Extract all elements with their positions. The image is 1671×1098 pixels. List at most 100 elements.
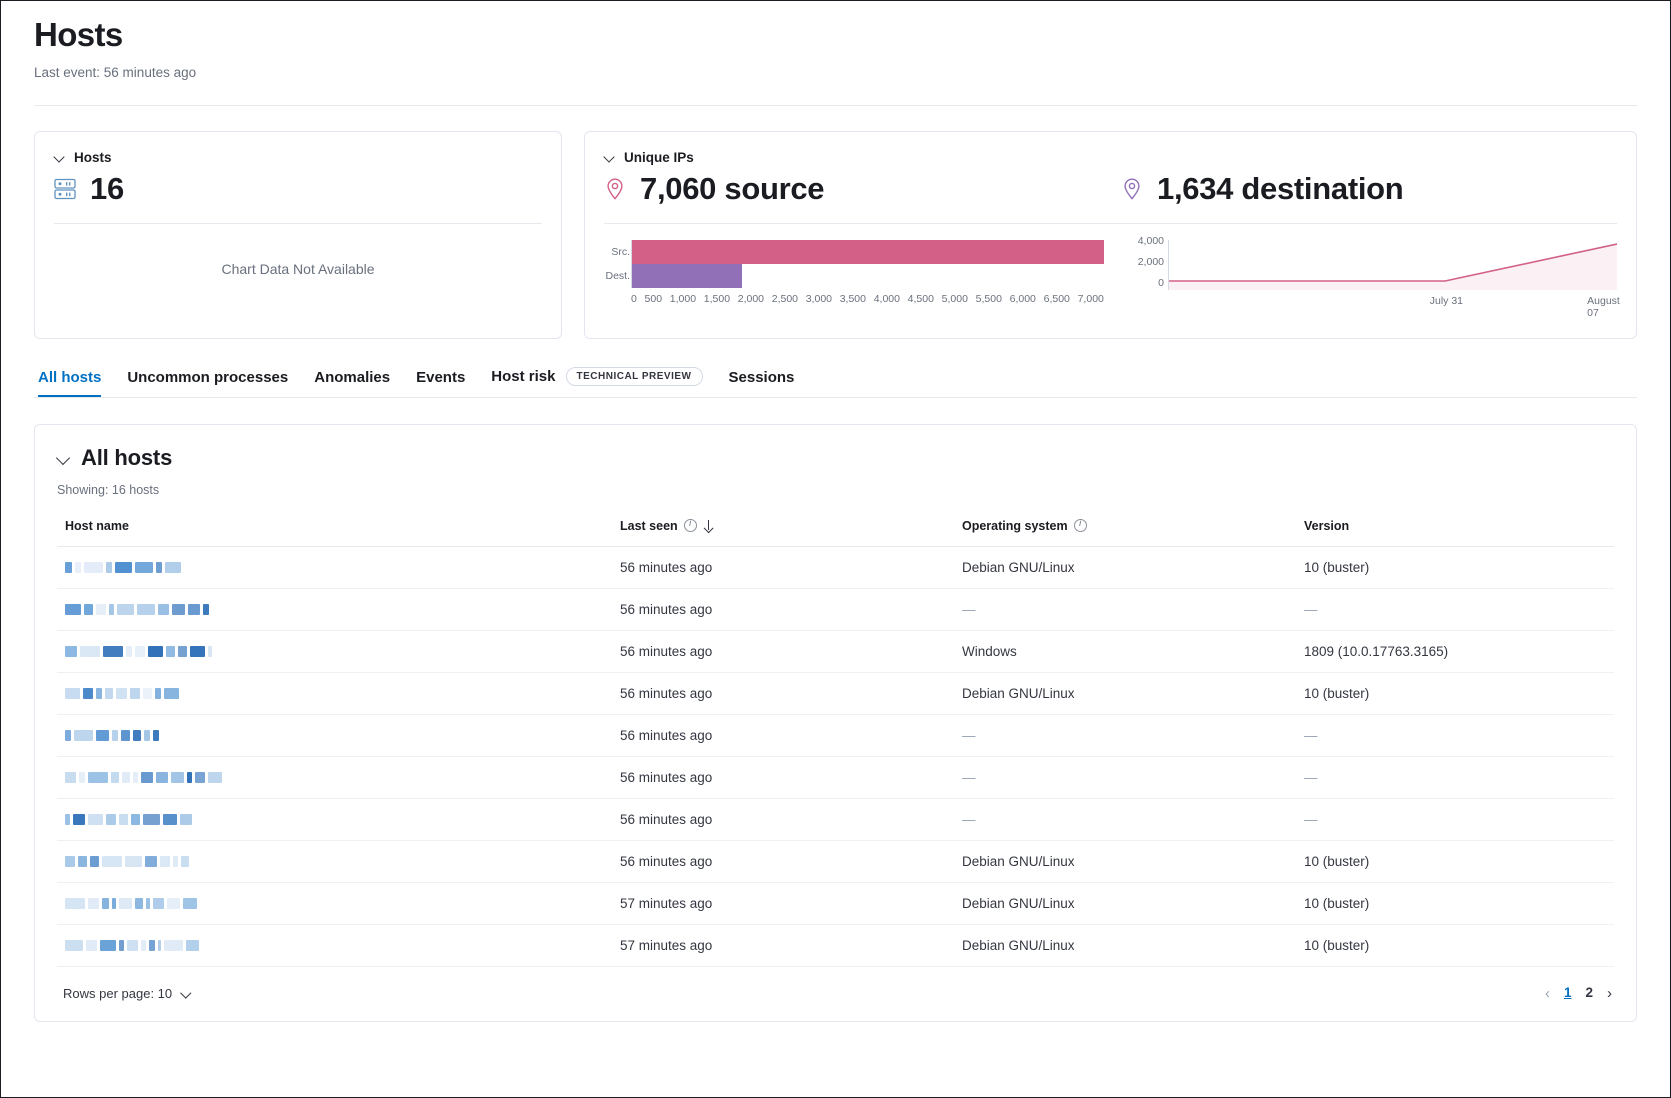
page-header: Hosts Last event: 56 minutes ago [34, 15, 1637, 80]
table-row[interactable]: 56 minutes ago Windows 1809 (10.0.17763.31… [57, 630, 1614, 672]
chevron-down-icon[interactable] [54, 151, 66, 163]
tab-host-risk[interactable]: Host riskTECHNICAL PREVIEW [491, 367, 702, 397]
cell-host-name[interactable] [57, 630, 612, 672]
cell-version: 10 (buster) [1296, 546, 1614, 588]
cell-version-value: 10 (buster) [1304, 686, 1369, 701]
redacted-host-name [65, 686, 612, 700]
redacted-host-name [65, 938, 612, 952]
chevron-down-icon[interactable] [57, 450, 71, 466]
bar-chart-x-axis: 05001,0001,5002,0002,5003,0003,5004,0004… [631, 292, 1104, 305]
cell-host-name[interactable] [57, 546, 612, 588]
cell-version-value: — [1304, 812, 1318, 827]
tab-label: Sessions [729, 369, 795, 386]
chevron-left-icon[interactable]: ‹ [1545, 986, 1550, 1001]
cell-version: 1809 (10.0.17763.3165) [1296, 630, 1614, 672]
page-2-button[interactable]: 2 [1585, 986, 1593, 1000]
cell-version: 10 (buster) [1296, 672, 1614, 714]
unique-ips-card-header[interactable]: Unique IPs [604, 150, 1617, 165]
table-row[interactable]: 56 minutes ago—— [57, 798, 1614, 840]
cell-operating-system-value: — [962, 728, 976, 743]
chevron-down-icon[interactable] [181, 988, 192, 999]
cell-host-name[interactable] [57, 588, 612, 630]
tab-anomalies[interactable]: Anomalies [314, 369, 390, 397]
cell-last-seen: 56 minutes ago [612, 672, 954, 714]
cell-last-seen-value: 56 minutes ago [620, 686, 712, 701]
bar-dest[interactable] [632, 264, 742, 288]
cell-operating-system: — [954, 714, 1296, 756]
bar-row-dest: Dest. [632, 264, 1104, 288]
sort-descending-icon[interactable] [703, 519, 714, 532]
column-label: Last seen [620, 519, 678, 533]
page-1-button[interactable]: 1 [1564, 986, 1572, 1000]
table-row[interactable]: 56 minutes agoDebian GNU/Linux10 (buster… [57, 546, 1614, 588]
cell-host-name[interactable] [57, 756, 612, 798]
redacted-host-name [65, 644, 612, 658]
column-label: Version [1304, 519, 1349, 533]
table-row[interactable]: 56 minutes ago Debian GNU/Linux 10 (buster… [57, 672, 1614, 714]
cell-operating-system-value: Windows [962, 644, 1017, 659]
panel-title: All hosts [81, 445, 172, 471]
column-header-last-seen[interactable]: Last seen [612, 519, 954, 547]
table-row[interactable]: 56 minutes ago Debian GNU/Linux 10 (buster… [57, 840, 1614, 882]
cell-operating-system: Debian GNU/Linux [954, 546, 1296, 588]
cell-host-name[interactable] [57, 882, 612, 924]
bar-src[interactable] [632, 240, 1104, 264]
cell-version: 10 (buster) [1296, 840, 1614, 882]
column-header-operating-system[interactable]: Operating system [954, 519, 1296, 547]
server-icon [54, 177, 76, 201]
table-row[interactable]: 56 minutes ago—— [57, 756, 1614, 798]
cell-last-seen-value: 57 minutes ago [620, 896, 712, 911]
cell-last-seen-value: 56 minutes ago [620, 728, 712, 743]
table-footer: Rows per page: 10 ‹ 1 2 › [57, 967, 1614, 1021]
redacted-host-name [65, 602, 612, 616]
tab-all-hosts[interactable]: All hosts [38, 369, 101, 397]
last-event-text: Last event: 56 minutes ago [34, 65, 1637, 80]
bar-x-tick: 1,500 [704, 293, 730, 305]
redacted-host-name [65, 896, 612, 910]
hosts-card-label: Hosts [74, 150, 112, 165]
rows-per-page-selector[interactable]: Rows per page: 10 [63, 986, 192, 1001]
bar-x-tick: 500 [645, 293, 663, 305]
unique-ips-stat-row: 7,060 source 1,634 destination [604, 171, 1617, 207]
cell-operating-system: Debian GNU/Linux [954, 882, 1296, 924]
chevron-down-icon[interactable] [604, 151, 616, 163]
cell-host-name[interactable] [57, 840, 612, 882]
bar-x-tick: 3,000 [806, 293, 832, 305]
cell-host-name[interactable] [57, 924, 612, 966]
hosts-card-header[interactable]: Hosts [54, 150, 542, 165]
tab-sessions[interactable]: Sessions [729, 369, 795, 397]
info-icon[interactable] [1074, 519, 1087, 532]
chevron-right-icon[interactable]: › [1607, 986, 1612, 1001]
redacted-host-name [65, 728, 612, 742]
tab-label: All hosts [38, 369, 101, 386]
y-tick-4000: 4,000 [1138, 235, 1164, 247]
cell-last-seen: 56 minutes ago [612, 630, 954, 672]
cell-last-seen: 57 minutes ago [612, 924, 954, 966]
tab-uncommon-processes[interactable]: Uncommon processes [127, 369, 288, 397]
cell-host-name[interactable] [57, 714, 612, 756]
column-header-host-name[interactable]: Host name [57, 519, 612, 547]
panel-header[interactable]: All hosts [57, 445, 1614, 471]
hosts-page: Hosts Last event: 56 minutes ago Hosts [0, 0, 1671, 1098]
cell-last-seen-value: 56 minutes ago [620, 854, 712, 869]
cell-operating-system-value: Debian GNU/Linux [962, 686, 1075, 701]
table-row[interactable]: 56 minutes ago — — [57, 714, 1614, 756]
cell-host-name[interactable] [57, 672, 612, 714]
cell-version-value: 10 (buster) [1304, 854, 1369, 869]
tab-events[interactable]: Events [416, 369, 465, 397]
info-icon[interactable] [684, 519, 697, 532]
x-tick-august-07: August 07 [1587, 295, 1620, 319]
redacted-host-name [65, 812, 612, 826]
cell-host-name[interactable] [57, 798, 612, 840]
column-header-version[interactable]: Version [1296, 519, 1614, 547]
table-row[interactable]: 57 minutes agoDebian GNU/Linux10 (buster… [57, 924, 1614, 966]
cell-version-value: 1809 (10.0.17763.3165) [1304, 644, 1448, 659]
cell-last-seen: 56 minutes ago [612, 588, 954, 630]
table-row[interactable]: 57 minutes agoDebian GNU/Linux10 (buster… [57, 882, 1614, 924]
cell-last-seen: 56 minutes ago [612, 546, 954, 588]
cell-version-value: — [1304, 728, 1318, 743]
cell-operating-system: Debian GNU/Linux [954, 840, 1296, 882]
tab-bar: All hosts Uncommon processes Anomalies Even… [34, 367, 1637, 398]
table-row[interactable]: 56 minutes ago—— [57, 588, 1614, 630]
cell-last-seen-value: 57 minutes ago [620, 938, 712, 953]
